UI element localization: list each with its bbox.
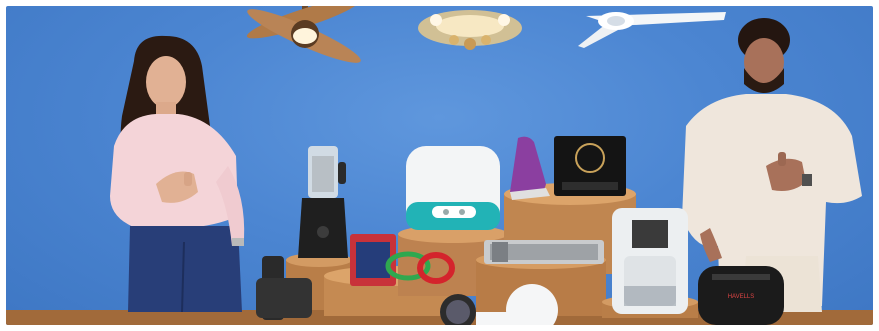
air-purifier [612,208,688,314]
mixer-grinder [298,146,348,258]
promo-banner[interactable]: HAVELLS [6,6,873,325]
person-left [110,35,245,313]
ceiling-fan-white [578,12,726,48]
banner-illustration: HAVELLS [6,6,873,325]
steam-iron [510,136,550,200]
ceiling-fan-brown [246,6,362,63]
airfryer-brand-wordmark: HAVELLS [728,294,755,300]
air-fryer: HAVELLS [698,266,784,325]
chandelier [418,10,522,50]
room-heater [484,240,604,264]
induction-cooktop [554,136,626,196]
rice-cooker [406,146,500,230]
